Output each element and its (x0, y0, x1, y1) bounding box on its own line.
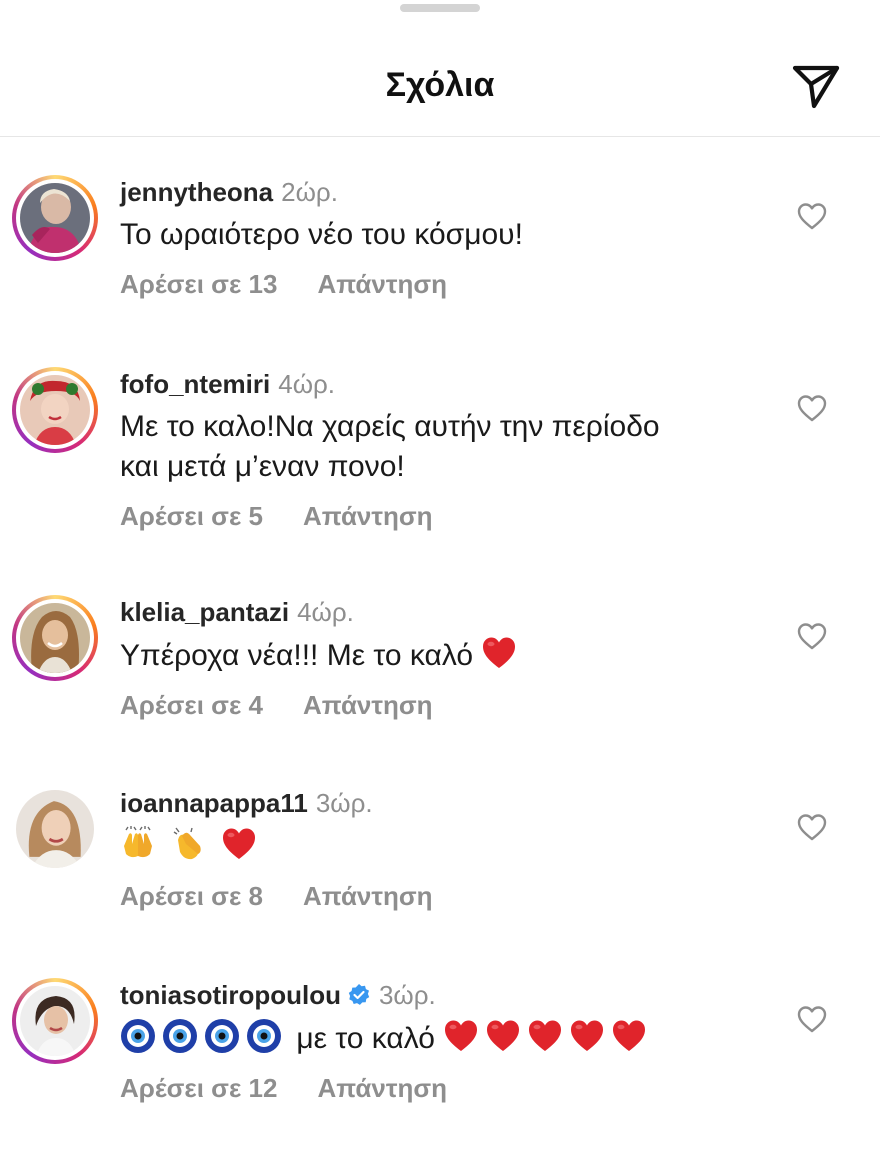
like-button[interactable] (796, 1004, 830, 1036)
comment-time: 3ώρ. (315, 788, 373, 818)
comment-likes[interactable]: Αρέσει σε 5 (120, 501, 263, 532)
avatar[interactable] (12, 595, 98, 681)
heart-outline-icon (797, 1006, 827, 1033)
send-button[interactable] (790, 60, 842, 112)
nazar-amulet-icon (246, 1018, 282, 1054)
nazar-amulet-icon (204, 1018, 240, 1054)
comment-text: Με το καλο!Να χαρείς αυτήν την περίοδο κ… (120, 407, 780, 487)
avatar[interactable] (12, 786, 98, 872)
nazar-amulet-icon (120, 1018, 156, 1054)
avatar-photo (20, 183, 90, 253)
avatar-photo (20, 375, 90, 445)
comment-username[interactable]: toniasotiropoulou (120, 980, 341, 1010)
comment-text-line: με το καλό (296, 1022, 435, 1055)
heart-outline-icon (797, 814, 827, 841)
comment-time: 3ώρ. (378, 980, 436, 1010)
red-heart-icon (485, 1018, 521, 1054)
comment-text (120, 826, 780, 867)
comment-time: 4ώρ. (278, 369, 336, 399)
avatar[interactable] (12, 978, 98, 1064)
comment-username[interactable]: ioannapappa11 (120, 788, 308, 818)
comment-likes[interactable]: Αρέσει σε 8 (120, 881, 263, 912)
comment-text: με το καλό (120, 1018, 780, 1059)
comments-header: Σχόλια (0, 0, 880, 137)
avatar[interactable] (12, 367, 98, 453)
avatar[interactable] (12, 175, 98, 261)
comment-text-line: Υπέροχα νέα!!! Με το καλό (120, 639, 474, 672)
red-heart-icon (527, 1018, 563, 1054)
comment-text: Το ωραιότερο νέο του κόσμου! (120, 215, 780, 255)
avatar-photo (16, 790, 94, 868)
comment-username[interactable]: fofo_ntemiri (120, 369, 270, 399)
page-title: Σχόλια (385, 66, 495, 104)
comment-likes[interactable]: Αρέσει σε 4 (120, 690, 263, 721)
comment-text-line: Το ωραιότερο νέο του κόσμου! (120, 218, 523, 251)
red-heart-icon (443, 1018, 479, 1054)
comment-username[interactable]: jennytheona (120, 177, 273, 207)
comment-time: 4ώρ. (297, 597, 354, 627)
like-button[interactable] (796, 201, 830, 233)
verified-badge-icon (347, 983, 371, 1007)
send-paper-plane-icon (792, 65, 840, 109)
like-button[interactable] (796, 621, 830, 653)
avatar-photo (20, 603, 90, 673)
comment-likes[interactable]: Αρέσει σε 13 (120, 269, 277, 300)
red-heart-icon (569, 1018, 605, 1054)
heart-outline-icon (797, 395, 827, 422)
red-heart-icon (611, 1018, 647, 1054)
comment-text: Υπέροχα νέα!!! Με το καλό (120, 635, 780, 676)
like-button[interactable] (796, 812, 830, 844)
heart-outline-icon (797, 623, 827, 650)
comment-text-line: και μετά μ’εναν πονο! (120, 450, 405, 483)
comment-likes[interactable]: Αρέσει σε 12 (120, 1073, 277, 1104)
reply-button[interactable]: Απάντηση (303, 881, 433, 912)
comment-text-line: Με το καλο!Να χαρείς αυτήν την περίοδο (120, 410, 660, 443)
like-button[interactable] (796, 393, 830, 425)
reply-button[interactable]: Απάντηση (317, 269, 447, 300)
reply-button[interactable]: Απάντηση (303, 690, 433, 721)
red-heart-icon (221, 826, 257, 862)
nazar-amulet-icon (162, 1018, 198, 1054)
reply-button[interactable]: Απάντηση (303, 501, 433, 532)
red-heart-icon (481, 635, 517, 671)
raising-hands-icon (120, 826, 156, 862)
comment-time: 2ώρ. (281, 177, 338, 207)
avatar-photo (20, 986, 90, 1056)
reply-button[interactable]: Απάντηση (317, 1073, 447, 1104)
heart-outline-icon (797, 203, 827, 230)
comment-username[interactable]: klelia_pantazi (120, 597, 289, 627)
clapping-hands-icon (170, 826, 206, 862)
